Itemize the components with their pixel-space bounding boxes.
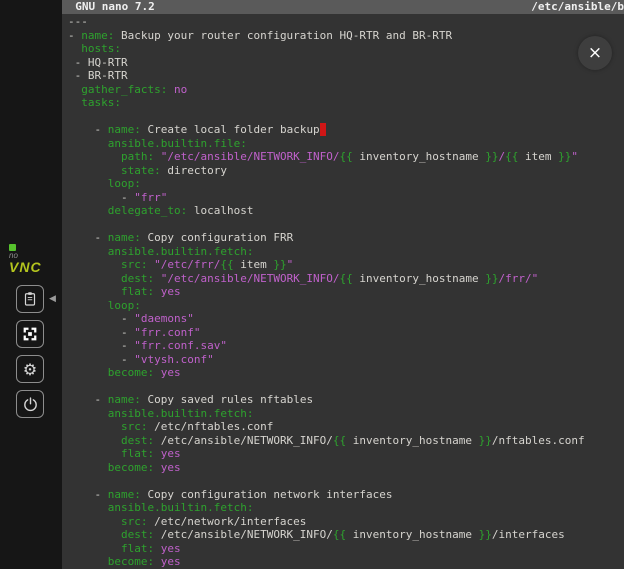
code-line: gather_facts: no	[68, 83, 624, 97]
code-line: src: /etc/nftables.conf	[68, 420, 624, 434]
code-line: - name: Create local folder backup	[68, 123, 624, 137]
code-line: dest: "/etc/ansible/NETWORK_INFO/{{ inve…	[68, 272, 624, 286]
novnc-app: no VNC ◀	[0, 0, 624, 569]
novnc-logo-vnc: VNC	[9, 260, 55, 274]
code-line	[68, 380, 624, 394]
settings-gear-icon: ⚙	[23, 360, 37, 379]
code-line	[68, 110, 624, 124]
power-icon	[22, 396, 39, 413]
code-line: flat: yes	[68, 447, 624, 461]
chevron-left-icon: ◀	[49, 294, 56, 304]
code-line: ansible.builtin.fetch:	[68, 501, 624, 515]
nano-filename: /etc/ansible/b	[531, 0, 624, 14]
settings-button[interactable]: ⚙	[16, 355, 44, 383]
code-line: become: yes	[68, 461, 624, 475]
code-line: - "vtysh.conf"	[68, 353, 624, 367]
code-line: - name: Copy configuration FRR	[68, 231, 624, 245]
editor-lines: ---- name: Backup your router configurat…	[62, 14, 624, 569]
clipboard-button[interactable]	[16, 285, 44, 313]
code-line: - "daemons"	[68, 312, 624, 326]
code-line: - BR-RTR	[68, 69, 624, 83]
vnc-control-bar: no VNC ◀	[0, 0, 62, 569]
close-button[interactable]: ×	[578, 36, 612, 70]
code-line: - name: Backup your router configuration…	[68, 29, 624, 43]
power-button[interactable]	[16, 390, 44, 418]
code-line: flat: yes	[68, 542, 624, 556]
code-line: - "frr.conf"	[68, 326, 624, 340]
code-line: hosts:	[68, 42, 624, 56]
code-line: - name: Copy saved rules nftables	[68, 393, 624, 407]
code-line: ---	[68, 15, 624, 29]
control-bar-handle[interactable]: ◀	[45, 288, 60, 310]
code-line: src: "/etc/frr/{{ item }}"	[68, 258, 624, 272]
code-line: ansible.builtin.file:	[68, 137, 624, 151]
code-line: ansible.builtin.fetch:	[68, 407, 624, 421]
code-line: dest: /etc/ansible/NETWORK_INFO/{{ inven…	[68, 528, 624, 542]
code-line	[68, 474, 624, 488]
code-line: src: /etc/network/interfaces	[68, 515, 624, 529]
nano-version: GNU nano 7.2	[62, 0, 155, 14]
fullscreen-button[interactable]	[16, 320, 44, 348]
close-icon: ×	[588, 43, 602, 63]
code-line: ansible.builtin.fetch:	[68, 245, 624, 259]
code-line: become: yes	[68, 366, 624, 380]
code-line: delegate_to: localhost	[68, 204, 624, 218]
code-line: tasks:	[68, 96, 624, 110]
code-line: - name: Copy configuration network inter…	[68, 488, 624, 502]
clipboard-icon	[21, 290, 39, 308]
code-line: dest: /etc/ansible/NETWORK_INFO/{{ inven…	[68, 434, 624, 448]
code-line	[68, 218, 624, 232]
terminal-screen[interactable]: GNU nano 7.2 /etc/ansible/b ---- name: B…	[62, 0, 624, 569]
novnc-logo: no VNC	[9, 244, 55, 274]
code-line: become: yes	[68, 555, 624, 569]
code-line: - "frr.conf.sav"	[68, 339, 624, 353]
code-line: flat: yes	[68, 285, 624, 299]
code-line: - "frr"	[68, 191, 624, 205]
code-line: loop:	[68, 299, 624, 313]
code-line: - HQ-RTR	[68, 56, 624, 70]
nano-titlebar: GNU nano 7.2 /etc/ansible/b	[62, 0, 624, 14]
fullscreen-icon	[21, 325, 39, 343]
novnc-logo-mark	[9, 244, 16, 251]
code-line: path: "/etc/ansible/NETWORK_INFO/{{ inve…	[68, 150, 624, 164]
code-line: loop:	[68, 177, 624, 191]
code-line: state: directory	[68, 164, 624, 178]
